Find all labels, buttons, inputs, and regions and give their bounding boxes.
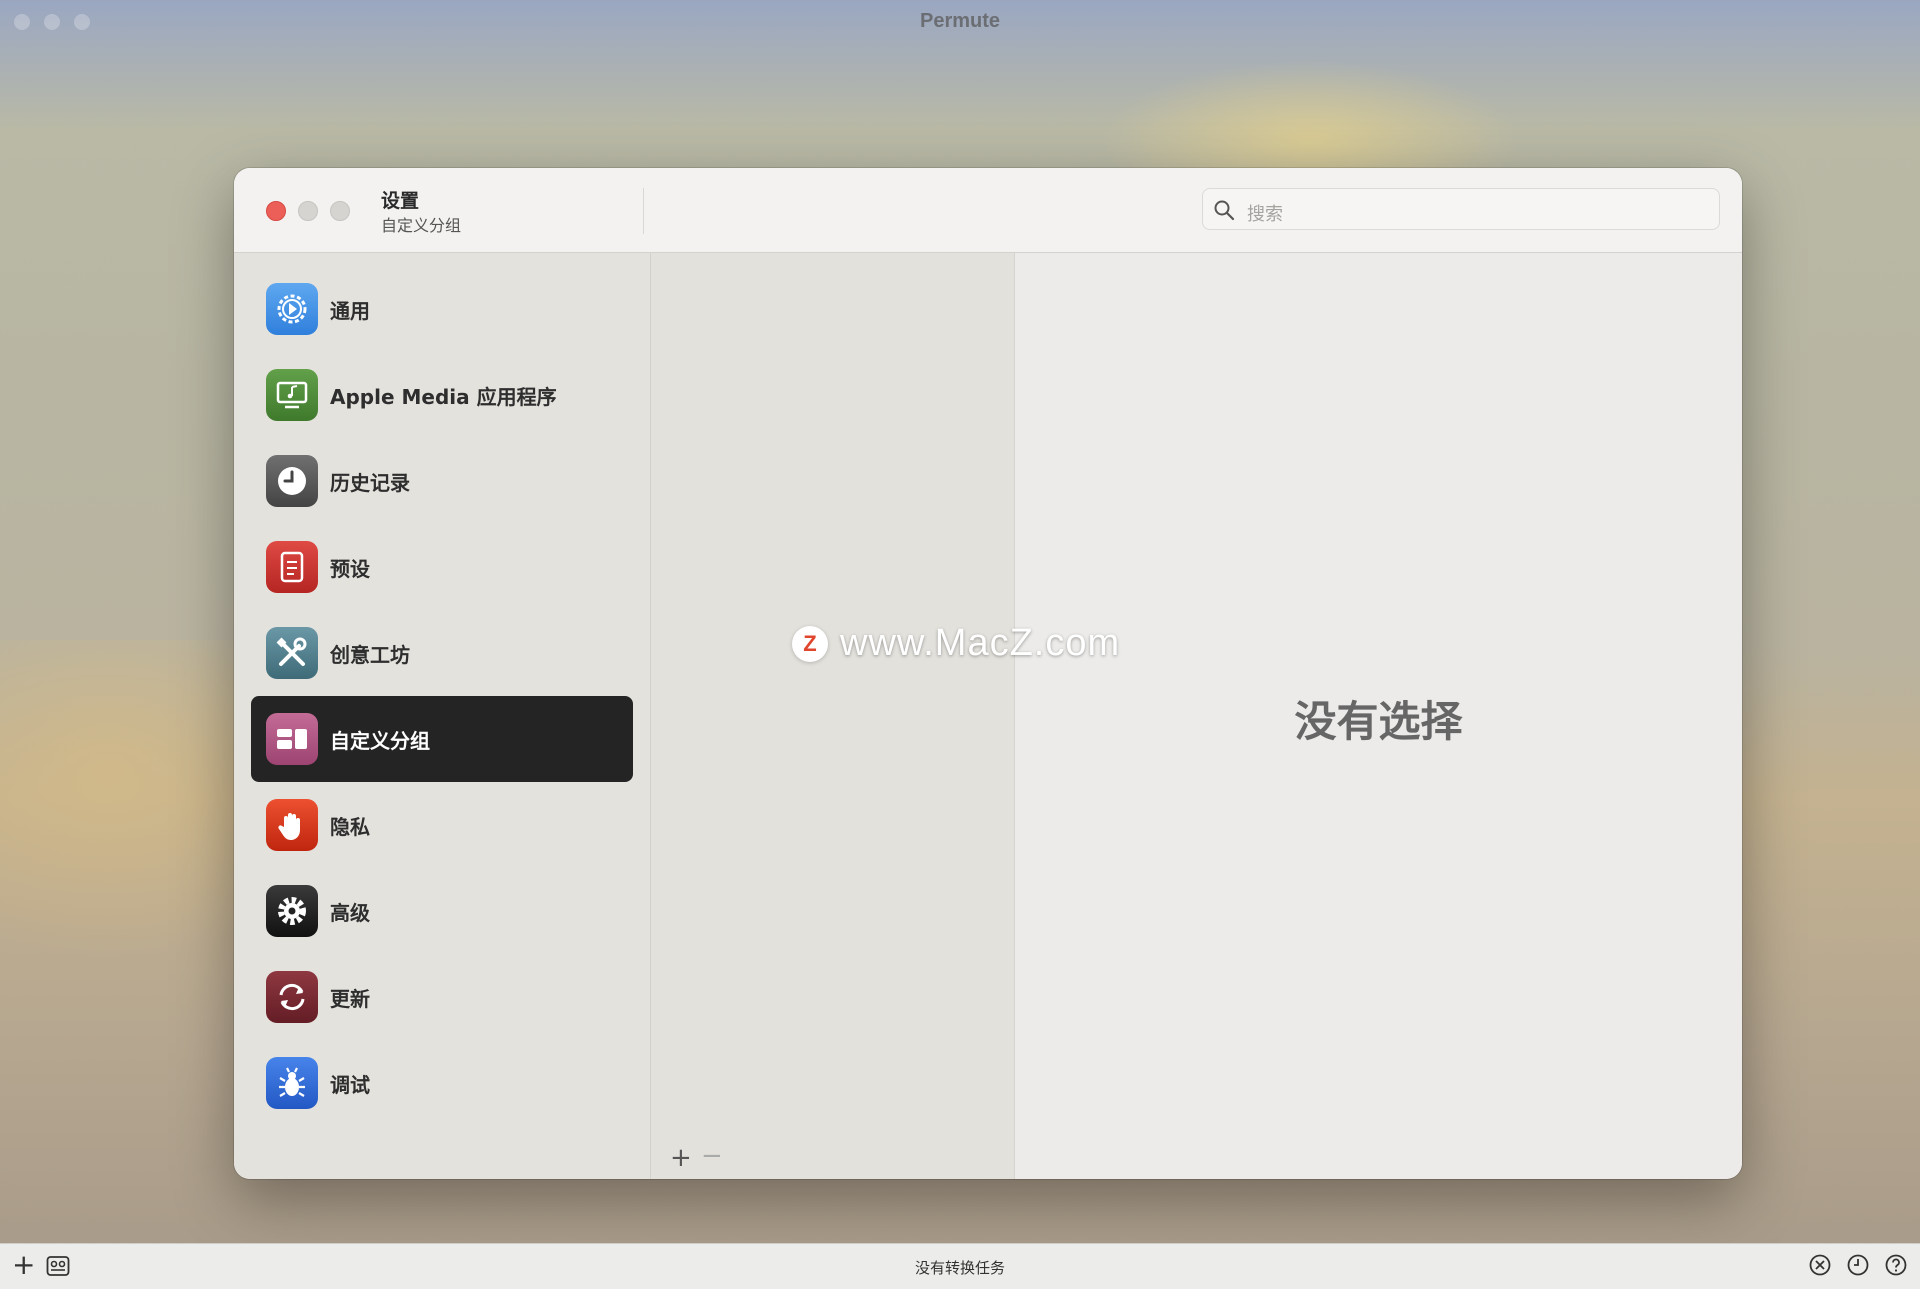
minimize-button[interactable] [298,201,318,221]
settings-toolbar: 设置 自定义分组 搜索 [234,168,1742,253]
sidebar-item-presets[interactable]: 预设 [251,524,633,610]
sidebar-item-label: 高级 [330,901,370,925]
search-icon [1214,200,1235,221]
app-titlebar: Permute [0,0,1920,44]
app-title: Permute [919,10,1001,32]
sidebar-item-label: 更新 [330,987,370,1011]
window-controls [266,201,350,221]
group-list-panel[interactable]: + − [651,253,1015,1179]
search-placeholder: 搜索 [1247,204,1283,225]
bug-icon [266,1057,318,1109]
sidebar-item-workshop[interactable]: 创意工坊 [251,610,633,696]
custom-groups-icon [266,713,318,765]
status-bar: + 没有转换任务 [0,1243,1920,1289]
cancel-all-icon[interactable] [1808,1253,1832,1277]
history-clock-icon[interactable] [1846,1253,1870,1277]
sidebar-item-general[interactable]: 通用 [251,266,633,352]
sidebar-item-label: 历史记录 [330,471,410,495]
sidebar-item-label: 预设 [330,557,370,581]
sidebar-item-apple-media[interactable]: Apple Media 应用程序 [251,352,633,438]
sidebar-item-updates[interactable]: 更新 [251,954,633,1040]
gear-icon [266,885,318,937]
settings-subtitle: 自定义分组 [381,216,462,235]
sidebar-item-history[interactable]: 历史记录 [251,438,633,524]
sidebar-item-label: 自定义分组 [330,729,430,753]
remove-group-button[interactable]: − [701,1141,723,1171]
settings-title: 设置 [381,190,420,212]
refresh-icon [266,971,318,1023]
empty-selection-text: 没有选择 [1294,697,1463,746]
gear-badge-icon [266,283,318,335]
hand-icon [266,799,318,851]
sidebar-item-label: 创意工坊 [330,643,410,667]
monitor-music-icon [266,369,318,421]
close-button[interactable] [266,201,286,221]
search-field[interactable]: 搜索 [1202,188,1720,230]
sidebar-item-custom-groups[interactable]: 自定义分组 [251,696,633,782]
preset-document-icon [266,541,318,593]
help-icon[interactable] [1884,1253,1908,1277]
status-text: 没有转换任务 [914,1259,1005,1277]
sidebar-item-label: 隐私 [330,815,370,839]
status-bar-actions [1808,1253,1908,1277]
add-group-button[interactable]: + [670,1143,692,1173]
sidebar-item-advanced[interactable]: 高级 [251,868,633,954]
sidebar-item-debug[interactable]: 调试 [251,1040,633,1126]
sidebar-item-privacy[interactable]: 隐私 [251,782,633,868]
settings-sidebar: 通用 Apple Media 应用程序 历史记录 预设 创意工坊 自定义分组 隐… [234,253,651,1179]
detail-panel: 没有选择 [1015,253,1742,1179]
sidebar-item-label: 通用 [330,299,370,323]
zoom-button[interactable] [330,201,350,221]
watermark-logo: Z [792,625,828,662]
watermark: Z www.MacZ.com [792,622,1120,665]
settings-window: 设置 自定义分组 搜索 通用 Apple Media 应用程序 历史记录 预设 … [234,168,1742,1179]
clock-icon [266,455,318,507]
toolbar-divider [643,188,644,234]
sidebar-item-label: Apple Media 应用程序 [330,385,557,409]
tools-icon [266,627,318,679]
sidebar-item-label: 调试 [330,1073,370,1097]
watermark-text: www.MacZ.com [840,622,1121,664]
